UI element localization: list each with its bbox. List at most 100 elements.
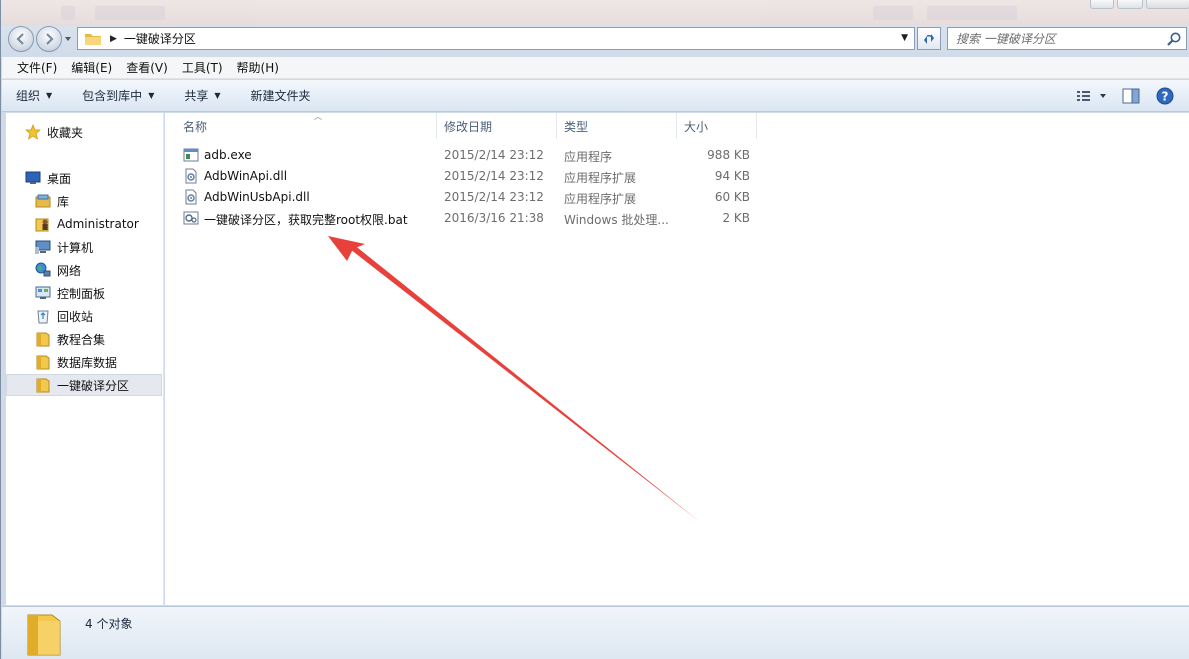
menu-help[interactable]: 帮助(H): [230, 59, 286, 76]
ghost-control: [873, 6, 913, 20]
preview-pane-button[interactable]: [1122, 88, 1140, 104]
nav-computer[interactable]: 计算机: [6, 236, 162, 258]
column-header-name[interactable]: ︿ 名称: [175, 112, 437, 139]
close-button[interactable]: [1146, 0, 1189, 9]
share-button[interactable]: 共享 ▼: [184, 87, 220, 104]
nav-current-label: 一键破译分区: [57, 378, 130, 393]
nav-libraries[interactable]: 库: [6, 190, 162, 212]
column-type-label: 类型: [564, 119, 589, 134]
new-folder-button[interactable]: 新建文件夹: [251, 87, 311, 104]
chevron-down-icon: ▼: [148, 91, 155, 100]
nav-recycle-bin-label: 回收站: [57, 309, 94, 324]
column-header-size[interactable]: 大小: [678, 113, 757, 139]
forward-button[interactable]: [36, 26, 62, 52]
nav-database-folder[interactable]: 数据库数据: [6, 351, 162, 373]
bat-icon: [183, 211, 199, 225]
explorer-window: ▶ 一键破译分区 ▼ 文件(F) 编辑(E) 查看(V) 工具(T) 帮助(H): [0, 0, 1189, 659]
file-list: ︿ 名称 修改日期 类型 大小 adb.exe 2015/2/14 23:12 …: [165, 112, 1189, 605]
user-folder-icon: [35, 216, 51, 232]
nav-recycle-bin[interactable]: 回收站: [6, 305, 162, 327]
include-in-library-button[interactable]: 包含到库中 ▼: [82, 87, 154, 104]
column-name-label: 名称: [183, 119, 208, 134]
back-arrow-icon: [16, 33, 24, 45]
nav-network-label: 网络: [57, 263, 82, 278]
recent-pages-dropdown-icon[interactable]: [63, 33, 73, 45]
library-icon: [35, 193, 51, 209]
network-icon: [35, 262, 51, 278]
include-in-library-label: 包含到库中: [82, 89, 143, 103]
ghost-title: [95, 6, 165, 20]
folder-icon: [27, 614, 61, 656]
view-options-button[interactable]: [1076, 89, 1106, 103]
nav-current-folder[interactable]: 一键破译分区: [6, 374, 162, 396]
file-name: AdbWinUsbApi.dll: [204, 190, 310, 204]
recycle-bin-icon: [35, 308, 51, 324]
nav-administrator[interactable]: Administrator: [6, 213, 162, 235]
star-icon: [25, 124, 41, 140]
file-row[interactable]: AdbWinApi.dll 2015/2/14 23:12 应用程序扩展 94 …: [180, 166, 760, 187]
nav-computer-label: 计算机: [57, 240, 94, 255]
back-button[interactable]: [8, 26, 34, 52]
search-input[interactable]: [948, 31, 1166, 46]
command-bar-right: ?: [1076, 80, 1189, 112]
exe-icon: [183, 148, 199, 162]
menu-file[interactable]: 文件(F): [10, 59, 64, 76]
file-name: AdbWinApi.dll: [204, 169, 288, 183]
control-panel-icon: [35, 285, 51, 301]
menu-edit[interactable]: 编辑(E): [64, 59, 119, 76]
nav-desktop[interactable]: 桌面: [6, 167, 162, 189]
menu-tools[interactable]: 工具(T): [175, 59, 230, 76]
ghost-folder: [61, 6, 75, 20]
nav-tutorials-label: 教程合集: [57, 332, 106, 347]
nav-tutorials-folder[interactable]: 教程合集: [6, 328, 162, 350]
minimize-button[interactable]: [1090, 0, 1114, 9]
maximize-button[interactable]: [1117, 0, 1143, 9]
navigation-pane: 收藏夹 桌面 库 Administrator 计算机 网络 控制面板 回收站 教…: [6, 113, 164, 605]
file-row[interactable]: AdbWinUsbApi.dll 2015/2/14 23:12 应用程序扩展 …: [180, 187, 760, 208]
background-window-titlebar: [1, 0, 1189, 26]
address-row: ▶ 一键破译分区 ▼: [1, 24, 1189, 54]
address-bar[interactable]: ▶ 一键破译分区 ▼: [77, 27, 915, 50]
menu-bar: 文件(F) 编辑(E) 查看(V) 工具(T) 帮助(H): [2, 57, 1189, 79]
nav-favorites[interactable]: 收藏夹: [6, 121, 162, 143]
ghost-search: [927, 6, 1017, 20]
column-header-date[interactable]: 修改日期: [438, 113, 557, 139]
file-type: 应用程序: [564, 150, 613, 164]
forward-arrow-icon: [46, 33, 54, 45]
preview-pane-icon: [1122, 88, 1140, 104]
breadcrumb-separator-icon[interactable]: ▶: [110, 34, 117, 44]
file-size: 2 KB: [722, 211, 750, 225]
search-box[interactable]: [947, 27, 1187, 50]
breadcrumb-current[interactable]: 一键破译分区: [124, 30, 196, 47]
folder-icon: [35, 354, 51, 370]
nav-favorites-label: 收藏夹: [47, 125, 84, 140]
nav-administrator-label: Administrator: [57, 217, 139, 231]
refresh-button[interactable]: [917, 27, 941, 50]
share-label: 共享: [184, 89, 209, 103]
chevron-down-icon: ▼: [214, 91, 221, 100]
file-name: adb.exe: [204, 148, 252, 162]
nav-network[interactable]: 网络: [6, 259, 162, 281]
nav-libraries-label: 库: [57, 194, 70, 209]
nav-control-panel[interactable]: 控制面板: [6, 282, 162, 304]
file-date: 2015/2/14 23:12: [444, 148, 544, 162]
view-list-icon: [1077, 91, 1106, 101]
file-type: 应用程序扩展: [564, 192, 637, 206]
search-icon[interactable]: [1166, 31, 1182, 47]
organize-button[interactable]: 组织 ▼: [16, 87, 52, 104]
nav-database-label: 数据库数据: [57, 355, 118, 370]
menu-view[interactable]: 查看(V): [119, 59, 175, 76]
column-header-type[interactable]: 类型: [558, 113, 677, 139]
help-button[interactable]: ?: [1156, 87, 1174, 105]
file-row[interactable]: adb.exe 2015/2/14 23:12 应用程序 988 KB: [180, 145, 760, 166]
folder-icon: [85, 33, 101, 45]
folder-icon: [35, 331, 51, 347]
column-date-label: 修改日期: [444, 119, 493, 134]
file-row[interactable]: 一键破译分区，获取完整root权限.bat 2016/3/16 21:38 Wi…: [180, 208, 760, 229]
nav-control-panel-label: 控制面板: [57, 286, 106, 301]
address-history-dropdown-icon[interactable]: ▼: [901, 33, 908, 43]
file-type: 应用程序扩展: [564, 171, 637, 185]
svg-text:?: ?: [1162, 90, 1169, 104]
dll-icon: [185, 189, 197, 205]
file-size: 94 KB: [714, 169, 750, 183]
